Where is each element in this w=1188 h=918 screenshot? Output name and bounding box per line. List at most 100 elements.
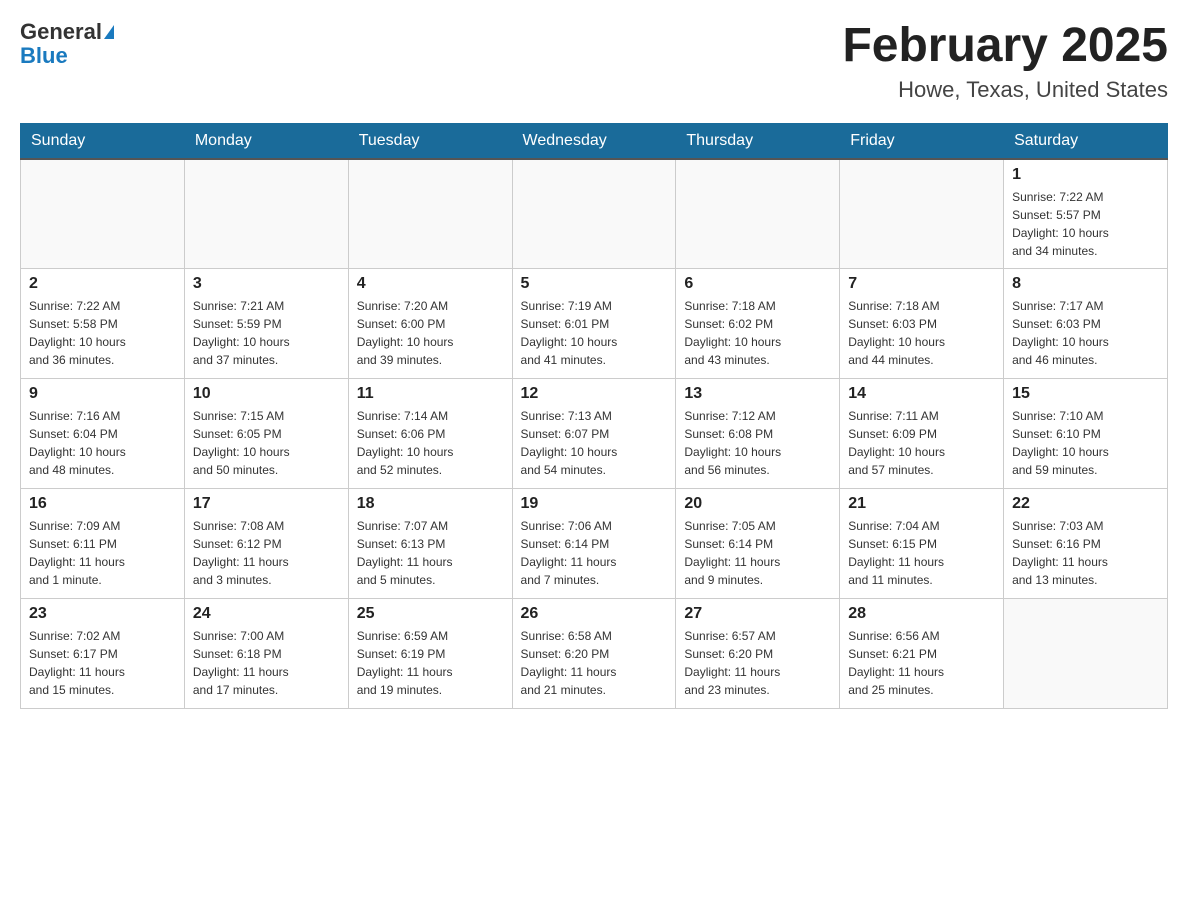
calendar-cell: 4 Sunrise: 7:20 AMSunset: 6:00 PMDaylight…: [348, 269, 512, 379]
day-info: Sunrise: 7:04 AMSunset: 6:15 PMDaylight:…: [848, 517, 995, 589]
week-row-1: 1 Sunrise: 7:22 AMSunset: 5:57 PMDaylight…: [21, 159, 1168, 269]
day-number: 4: [357, 275, 504, 293]
calendar-cell: 23Sunrise: 7:02 AMSunset: 6:17 PMDayligh…: [21, 599, 185, 709]
logo: General Blue: [20, 20, 114, 68]
week-row-2: 2 Sunrise: 7:22 AMSunset: 5:58 PMDaylight…: [21, 269, 1168, 379]
day-number: 8: [1012, 275, 1159, 293]
calendar-cell: 27 Sunrise: 6:57 AMSunset: 6:20 PMDayligh…: [676, 599, 840, 709]
calendar-cell: [512, 159, 676, 269]
header-day-saturday: Saturday: [1004, 123, 1168, 159]
day-info: Sunrise: 7:09 AMSunset: 6:11 PMDaylight:…: [29, 517, 176, 589]
calendar-cell: 6 Sunrise: 7:18 AMSunset: 6:02 PMDaylight…: [676, 269, 840, 379]
day-number: 12: [521, 385, 668, 403]
calendar-header: SundayMondayTuesdayWednesdayThursdayFrid…: [21, 123, 1168, 159]
week-row-3: 9 Sunrise: 7:16 AMSunset: 6:04 PMDaylight…: [21, 379, 1168, 489]
day-number: 27: [684, 605, 831, 623]
day-number: 15: [1012, 385, 1159, 403]
title-section: February 2025 Howe, Texas, United States: [842, 20, 1168, 103]
day-number: 26: [521, 605, 668, 623]
day-info: Sunrise: 7:15 AMSunset: 6:05 PMDaylight:…: [193, 407, 340, 479]
page-header: General Blue February 2025 Howe, Texas, …: [20, 20, 1168, 103]
calendar-cell: 18 Sunrise: 7:07 AMSunset: 6:13 PMDayligh…: [348, 489, 512, 599]
day-info: Sunrise: 7:08 AMSunset: 6:12 PMDaylight:…: [193, 517, 340, 589]
header-day-tuesday: Tuesday: [348, 123, 512, 159]
calendar-cell: 19 Sunrise: 7:06 AMSunset: 6:14 PMDayligh…: [512, 489, 676, 599]
day-info: Sunrise: 7:00 AMSunset: 6:18 PMDaylight:…: [193, 627, 340, 699]
day-info: Sunrise: 7:19 AMSunset: 6:01 PMDaylight:…: [521, 297, 668, 369]
week-row-4: 16 Sunrise: 7:09 AMSunset: 6:11 PMDayligh…: [21, 489, 1168, 599]
calendar-cell: [1004, 599, 1168, 709]
day-number: 25: [357, 605, 504, 623]
calendar-cell: 26Sunrise: 6:58 AMSunset: 6:20 PMDayligh…: [512, 599, 676, 709]
day-info: Sunrise: 7:05 AMSunset: 6:14 PMDaylight:…: [684, 517, 831, 589]
week-row-5: 23Sunrise: 7:02 AMSunset: 6:17 PMDayligh…: [21, 599, 1168, 709]
day-info: Sunrise: 6:59 AMSunset: 6:19 PMDaylight:…: [357, 627, 504, 699]
calendar-cell: 2 Sunrise: 7:22 AMSunset: 5:58 PMDaylight…: [21, 269, 185, 379]
calendar-cell: 7 Sunrise: 7:18 AMSunset: 6:03 PMDaylight…: [840, 269, 1004, 379]
day-number: 20: [684, 495, 831, 513]
calendar-cell: 1 Sunrise: 7:22 AMSunset: 5:57 PMDaylight…: [1004, 159, 1168, 269]
logo-general-text: General: [20, 20, 102, 44]
day-info: Sunrise: 7:22 AMSunset: 5:57 PMDaylight:…: [1012, 188, 1159, 260]
calendar-cell: 10 Sunrise: 7:15 AMSunset: 6:05 PMDayligh…: [184, 379, 348, 489]
day-info: Sunrise: 7:20 AMSunset: 6:00 PMDaylight:…: [357, 297, 504, 369]
day-number: 23: [29, 605, 176, 623]
day-info: Sunrise: 6:56 AMSunset: 6:21 PMDaylight:…: [848, 627, 995, 699]
day-number: 14: [848, 385, 995, 403]
calendar-cell: 3 Sunrise: 7:21 AMSunset: 5:59 PMDaylight…: [184, 269, 348, 379]
header-day-thursday: Thursday: [676, 123, 840, 159]
day-info: Sunrise: 6:57 AMSunset: 6:20 PMDaylight:…: [684, 627, 831, 699]
calendar-cell: [840, 159, 1004, 269]
day-info: Sunrise: 7:22 AMSunset: 5:58 PMDaylight:…: [29, 297, 176, 369]
calendar-cell: 14 Sunrise: 7:11 AMSunset: 6:09 PMDayligh…: [840, 379, 1004, 489]
day-info: Sunrise: 7:16 AMSunset: 6:04 PMDaylight:…: [29, 407, 176, 479]
day-number: 28: [848, 605, 995, 623]
calendar-cell: 11Sunrise: 7:14 AMSunset: 6:06 PMDayligh…: [348, 379, 512, 489]
day-number: 6: [684, 275, 831, 293]
day-number: 2: [29, 275, 176, 293]
day-number: 10: [193, 385, 340, 403]
calendar-cell: [184, 159, 348, 269]
day-info: Sunrise: 7:07 AMSunset: 6:13 PMDaylight:…: [357, 517, 504, 589]
day-info: Sunrise: 7:18 AMSunset: 6:02 PMDaylight:…: [684, 297, 831, 369]
day-info: Sunrise: 7:18 AMSunset: 6:03 PMDaylight:…: [848, 297, 995, 369]
calendar-cell: 22Sunrise: 7:03 AMSunset: 6:16 PMDayligh…: [1004, 489, 1168, 599]
day-number: 18: [357, 495, 504, 513]
day-number: 7: [848, 275, 995, 293]
month-title: February 2025: [842, 20, 1168, 73]
day-info: Sunrise: 7:03 AMSunset: 6:16 PMDaylight:…: [1012, 517, 1159, 589]
day-number: 9: [29, 385, 176, 403]
header-day-friday: Friday: [840, 123, 1004, 159]
calendar-cell: 25 Sunrise: 6:59 AMSunset: 6:19 PMDayligh…: [348, 599, 512, 709]
calendar-cell: 9 Sunrise: 7:16 AMSunset: 6:04 PMDaylight…: [21, 379, 185, 489]
calendar-cell: 12 Sunrise: 7:13 AMSunset: 6:07 PMDayligh…: [512, 379, 676, 489]
day-number: 3: [193, 275, 340, 293]
day-number: 5: [521, 275, 668, 293]
header-day-monday: Monday: [184, 123, 348, 159]
calendar-cell: [21, 159, 185, 269]
day-info: Sunrise: 7:06 AMSunset: 6:14 PMDaylight:…: [521, 517, 668, 589]
calendar-cell: 5 Sunrise: 7:19 AMSunset: 6:01 PMDaylight…: [512, 269, 676, 379]
day-info: Sunrise: 7:14 AMSunset: 6:06 PMDaylight:…: [357, 407, 504, 479]
day-number: 13: [684, 385, 831, 403]
day-info: Sunrise: 7:13 AMSunset: 6:07 PMDaylight:…: [521, 407, 668, 479]
calendar-cell: 28 Sunrise: 6:56 AMSunset: 6:21 PMDayligh…: [840, 599, 1004, 709]
day-info: Sunrise: 7:21 AMSunset: 5:59 PMDaylight:…: [193, 297, 340, 369]
calendar-cell: 13Sunrise: 7:12 AMSunset: 6:08 PMDayligh…: [676, 379, 840, 489]
day-number: 19: [521, 495, 668, 513]
day-number: 16: [29, 495, 176, 513]
calendar-cell: 17Sunrise: 7:08 AMSunset: 6:12 PMDayligh…: [184, 489, 348, 599]
calendar-body: 1 Sunrise: 7:22 AMSunset: 5:57 PMDaylight…: [21, 159, 1168, 709]
day-number: 24: [193, 605, 340, 623]
logo-triangle-icon: [104, 25, 114, 39]
day-info: Sunrise: 7:11 AMSunset: 6:09 PMDaylight:…: [848, 407, 995, 479]
header-day-wednesday: Wednesday: [512, 123, 676, 159]
header-row: SundayMondayTuesdayWednesdayThursdayFrid…: [21, 123, 1168, 159]
calendar-cell: [676, 159, 840, 269]
day-info: Sunrise: 7:17 AMSunset: 6:03 PMDaylight:…: [1012, 297, 1159, 369]
calendar-cell: 8 Sunrise: 7:17 AMSunset: 6:03 PMDaylight…: [1004, 269, 1168, 379]
calendar-cell: 24 Sunrise: 7:00 AMSunset: 6:18 PMDayligh…: [184, 599, 348, 709]
calendar-table: SundayMondayTuesdayWednesdayThursdayFrid…: [20, 123, 1168, 710]
calendar-cell: 20 Sunrise: 7:05 AMSunset: 6:14 PMDayligh…: [676, 489, 840, 599]
day-number: 1: [1012, 166, 1159, 184]
